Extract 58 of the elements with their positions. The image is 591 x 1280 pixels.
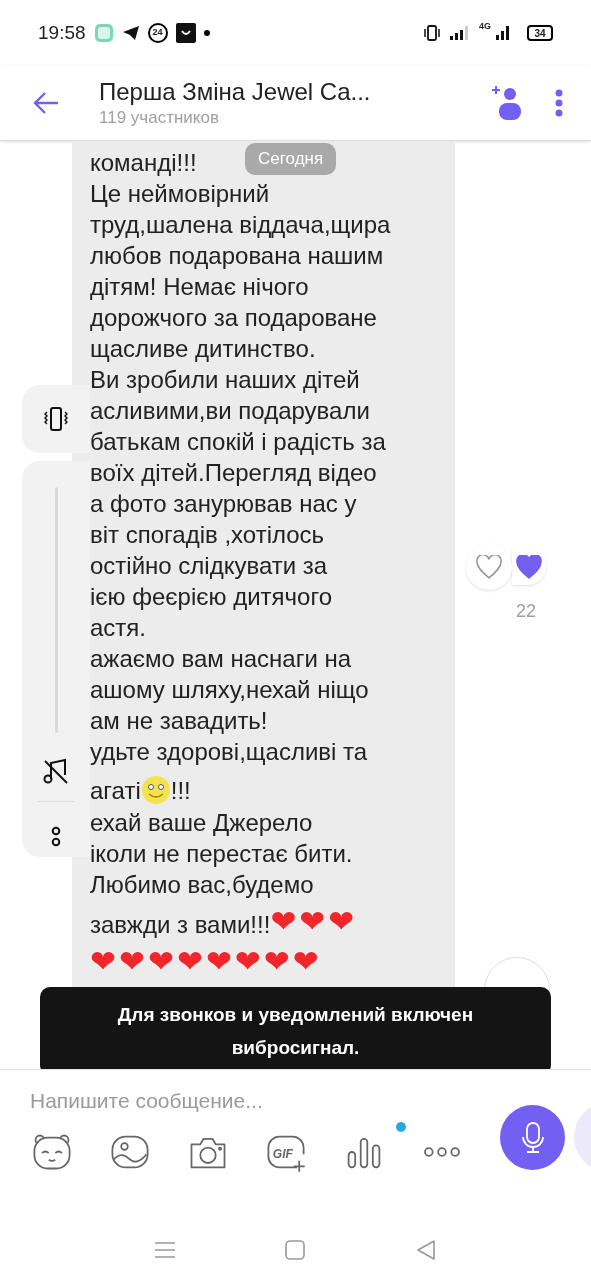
message-input[interactable]: Напишите сообщение... (30, 1084, 450, 1118)
back-arrow-icon[interactable] (32, 91, 60, 115)
clock: 19:58 (38, 20, 86, 45)
heart-icon[interactable] (516, 555, 542, 579)
message-line: астя. (90, 613, 146, 643)
toast-message: Для звонков и уведомлений включен вибросигнал. (116, 1003, 475, 1060)
smiley-icon (140, 775, 171, 805)
message-line: агаті (90, 775, 141, 806)
notification-badge: 24 (147, 23, 168, 43)
message-line: асливими,ви подарували (90, 396, 370, 426)
network-type: 4G (479, 22, 491, 31)
message-line: труд,шалена віддача,щира (90, 210, 391, 240)
reaction-count: 22 (516, 600, 536, 623)
reaction-chip[interactable] (512, 549, 546, 585)
message-line: любов подарована нашим (90, 241, 384, 271)
heart-emoji: ❤❤❤❤❤❤❤❤ (90, 942, 322, 980)
shopping-bag-icon (175, 23, 196, 43)
message-line: ією феєрією дитячого (90, 582, 332, 612)
message-line: команді!!! (90, 148, 197, 178)
back-icon[interactable] (414, 1238, 437, 1261)
message-line: батькам спокій і радість за (90, 427, 386, 457)
message-line: !!! (170, 775, 191, 806)
member-count: 119 участников (99, 107, 220, 129)
vibrate-mode-panel[interactable] (22, 385, 90, 453)
message-line: ехай ваше Джерело (90, 808, 313, 838)
heart-emoji: ❤❤❤ (270, 902, 358, 940)
message-line: а фото занурював нас у (90, 489, 357, 519)
battery-indicator: 34 (527, 25, 553, 41)
muted-music-icon[interactable] (42, 757, 70, 785)
add-member-icon[interactable] (491, 84, 523, 122)
message-line: щасливе дитинство. (90, 334, 316, 364)
message-line: воїх дітей.Перегляд відео (90, 458, 377, 488)
signal-icon (495, 25, 511, 41)
message-line: іколи не перестає бити. (90, 839, 353, 869)
message-line: дітям! Немає нічого (90, 272, 309, 302)
message-line: Ви зробили наших дітей (90, 365, 360, 395)
chat-title: Перша Зміна Jewel Ca... (99, 77, 371, 107)
message-line: Це неймовірний (90, 179, 270, 209)
home-icon[interactable] (284, 1238, 307, 1261)
message-line: ажаємо вам наснаги на (90, 644, 352, 674)
message-line: удьте здорові,щасливі та (90, 737, 368, 767)
message-line: завжди з вами!!! (90, 910, 271, 940)
more-options-icon[interactable] (555, 89, 563, 117)
signal-icon (449, 25, 471, 41)
message-line: віт спогадів ,хотілось (90, 520, 325, 550)
message-line: ам не завадить! (90, 706, 268, 736)
chat-app-icon (93, 23, 114, 43)
date-chip: Сегодня (245, 143, 337, 175)
message-line: Любимо вас,будемо (90, 870, 314, 900)
message-line: остійно слідкувати за (90, 551, 328, 581)
message-line: ашому шляху,нехай ніщо (90, 675, 369, 705)
like-button[interactable] (466, 544, 512, 590)
vibrate-icon (423, 24, 441, 42)
microphone-icon (520, 1120, 545, 1155)
message-line: дорожчого за подароване (90, 303, 377, 333)
more-icon[interactable] (51, 826, 61, 848)
heart-icon[interactable] (476, 555, 502, 579)
paper-plane-icon (121, 25, 140, 41)
